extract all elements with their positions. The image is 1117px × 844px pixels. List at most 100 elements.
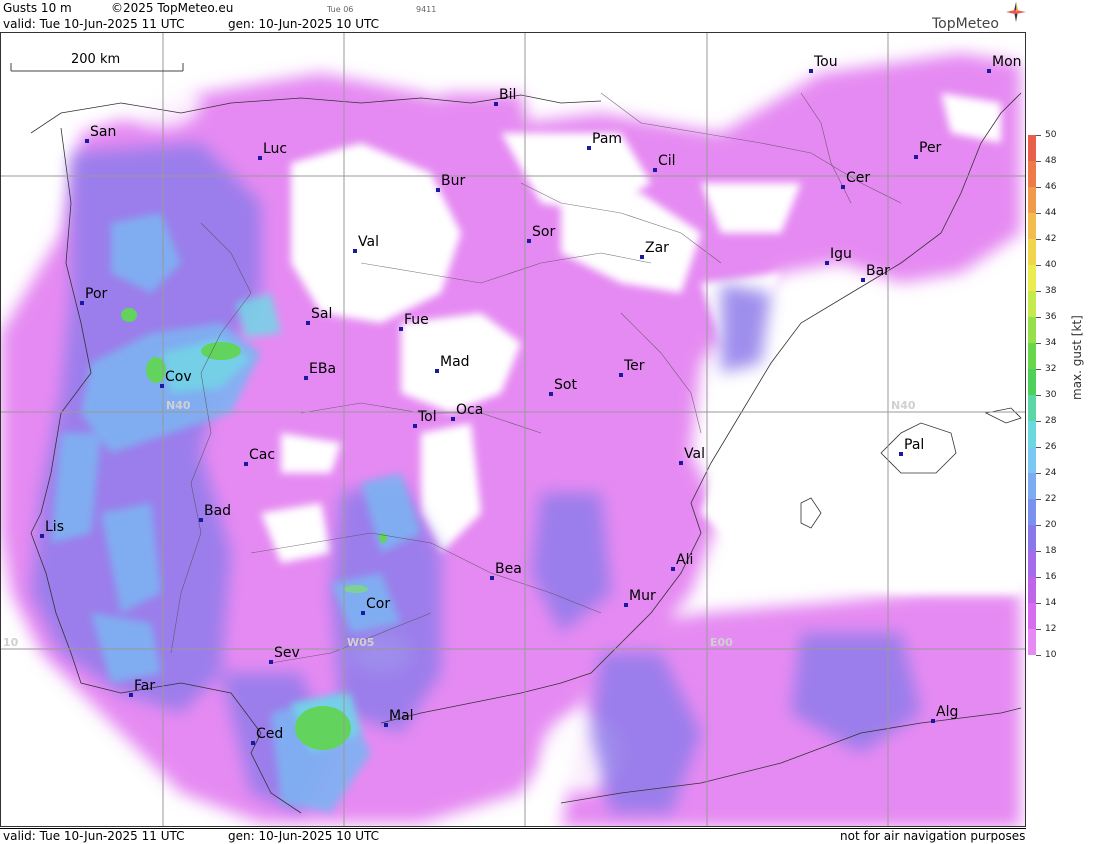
- city-label: Val: [684, 446, 705, 462]
- city-marker: [825, 261, 829, 265]
- legend-tick: [1036, 655, 1041, 656]
- city-label: Sor: [532, 224, 556, 240]
- city-label: Fue: [404, 312, 429, 328]
- city-label: Mad: [440, 354, 470, 370]
- city-marker: [861, 278, 865, 282]
- legend-level-label: 42: [1045, 234, 1057, 244]
- legend-swatch: [1028, 213, 1036, 239]
- city-marker: [384, 723, 388, 727]
- city-marker: [361, 611, 365, 615]
- legend-level-label: 26: [1045, 442, 1057, 452]
- grid-label-e00: E00: [710, 636, 733, 649]
- city-label: Ter: [624, 358, 645, 374]
- legend-swatch: [1028, 265, 1036, 291]
- legend-tick: [1036, 265, 1041, 266]
- legend-tick: [1036, 551, 1041, 552]
- city-marker: [399, 327, 403, 331]
- legend-swatch: [1028, 421, 1036, 447]
- city-label: Tol: [418, 409, 437, 425]
- legend-swatch: [1028, 161, 1036, 187]
- copyright: ©2025 TopMeteo.eu: [111, 1, 234, 15]
- navigation-disclaimer: not for air navigation purposes: [840, 829, 1026, 843]
- city-label: Ali: [676, 552, 694, 568]
- legend-tick: [1036, 473, 1041, 474]
- legend-tick: [1036, 395, 1041, 396]
- product-code: 9411: [416, 5, 437, 14]
- legend-tick: [1036, 187, 1041, 188]
- city-marker: [436, 188, 440, 192]
- legend-tick: [1036, 135, 1041, 136]
- legend-level-label: 22: [1045, 494, 1057, 504]
- footer-valid-time: valid: Tue 10-Jun-2025 11 UTC: [3, 829, 185, 843]
- legend-swatch: [1028, 369, 1036, 395]
- city-marker: [258, 156, 262, 160]
- legend-level-label: 20: [1045, 520, 1057, 530]
- city-label: Cor: [366, 596, 391, 612]
- legend-level-label: 44: [1045, 208, 1057, 218]
- legend-tick: [1036, 499, 1041, 500]
- topmeteo-logo: TopMeteo: [932, 16, 999, 32]
- city-marker: [679, 461, 683, 465]
- city-marker: [40, 534, 44, 538]
- legend-level-label: 38: [1045, 286, 1057, 296]
- legend-swatch: [1028, 603, 1036, 629]
- city-marker: [587, 146, 591, 150]
- legend-swatch: [1028, 577, 1036, 603]
- city-marker: [841, 185, 845, 189]
- city-label: Cac: [249, 447, 276, 463]
- city-label: Sev: [274, 645, 300, 661]
- legend-swatch: [1028, 525, 1036, 551]
- city-marker: [914, 155, 918, 159]
- scale-bar-label: 200 km: [71, 52, 121, 67]
- city-marker: [199, 518, 203, 522]
- city-marker: [527, 239, 531, 243]
- legend-level-label: 46: [1045, 182, 1057, 192]
- legend-level-label: 30: [1045, 390, 1057, 400]
- city-marker: [899, 452, 903, 456]
- city-marker: [306, 321, 310, 325]
- city-label: Cov: [165, 369, 192, 385]
- city-marker: [549, 392, 553, 396]
- legend-swatch: [1028, 239, 1036, 265]
- legend-swatch: [1028, 395, 1036, 421]
- city-marker: [435, 369, 439, 373]
- legend-tick: [1036, 629, 1041, 630]
- legend-level-label: 10: [1045, 650, 1057, 660]
- grid-label-n40-east: N40: [891, 399, 916, 412]
- legend-swatch: [1028, 447, 1036, 473]
- city-label: Cil: [658, 153, 676, 169]
- legend-level-label: 12: [1045, 624, 1057, 634]
- footer-bar: valid: Tue 10-Jun-2025 11 UTC gen: 10-Ju…: [0, 828, 1026, 844]
- city-marker: [809, 69, 813, 73]
- city-label: Tou: [814, 54, 838, 70]
- city-marker: [494, 102, 498, 106]
- city-label: Lis: [45, 519, 64, 535]
- city-label: Sal: [311, 306, 333, 322]
- legend-tick: [1036, 447, 1041, 448]
- header-bar: Gusts 10 m ©2025 TopMeteo.eu Tue 06 9411…: [0, 0, 1026, 32]
- city-label: Bea: [495, 561, 522, 577]
- legend-tick: [1036, 343, 1041, 344]
- legend-swatch: [1028, 187, 1036, 213]
- gust-map[interactable]: 200 km N40 N40 W05 E00 10 San Luc Bil Tou Mo…: [0, 32, 1026, 827]
- city-marker: [304, 376, 308, 380]
- legend-tick: [1036, 291, 1041, 292]
- legend-panel: 50 48 46 44 42 40 38 36 34 32 30 28 26 24 22 20 18 16 14 12…: [1026, 0, 1117, 843]
- legend-swatch: [1028, 629, 1036, 655]
- city-marker: [490, 576, 494, 580]
- city-marker: [244, 462, 248, 466]
- city-label: Mon: [992, 54, 1022, 70]
- city-label: San: [90, 124, 117, 140]
- city-marker: [269, 660, 273, 664]
- legend-level-label: 16: [1045, 572, 1057, 582]
- legend-level-label: 32: [1045, 364, 1057, 374]
- grid-label-w05: W05: [347, 636, 375, 649]
- city-label: Cer: [846, 170, 871, 186]
- city-label: Bil: [499, 87, 517, 103]
- legend-tick: [1036, 577, 1041, 578]
- city-marker: [451, 417, 455, 421]
- city-label: Bur: [441, 173, 466, 189]
- city-label: Ced: [256, 726, 284, 742]
- city-marker: [129, 693, 133, 697]
- city-marker: [160, 384, 164, 388]
